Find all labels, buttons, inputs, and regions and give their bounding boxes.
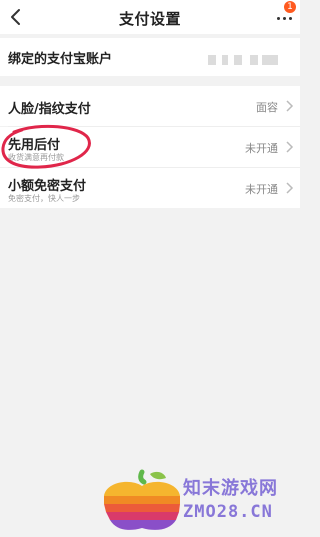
watermark-text-en: ZMO28.CN — [183, 502, 273, 522]
face-fingerprint-row[interactable]: 人脸/指纹支付 面容 — [0, 86, 300, 126]
bound-account-row[interactable]: 绑定的支付宝账户 — [0, 38, 300, 76]
small-password-free-label: 小额免密支付 — [8, 179, 87, 194]
more-dot-icon — [277, 17, 280, 20]
small-password-free-subtitle: 免密支付，快人一步 — [8, 194, 80, 203]
chevron-right-icon — [286, 141, 294, 153]
pay-later-row[interactable]: 先用后付 收货满意再付款 未开通 — [0, 127, 300, 167]
masked-account-value — [208, 55, 278, 65]
notification-badge: 1 — [284, 1, 296, 13]
chevron-right-icon — [286, 100, 294, 112]
face-fingerprint-value: 面容 — [256, 101, 278, 114]
navigation-bar: 支付设置 1 — [0, 0, 300, 34]
page-title: 支付设置 — [118, 10, 181, 28]
small-password-free-status: 未开通 — [245, 183, 278, 196]
pay-later-status: 未开通 — [245, 142, 278, 155]
more-dot-icon — [283, 17, 286, 20]
watermark-text-cn: 知末游戏网 — [183, 478, 278, 499]
chevron-right-icon — [286, 182, 294, 194]
small-password-free-row[interactable]: 小额免密支付 免密支付，快人一步 未开通 — [0, 168, 300, 208]
bound-account-label: 绑定的支付宝账户 — [8, 52, 113, 67]
face-fingerprint-label: 人脸/指纹支付 — [8, 102, 91, 117]
more-dot-icon — [289, 17, 292, 20]
pay-later-label: 先用后付 — [8, 138, 61, 153]
pay-later-subtitle: 收货满意再付款 — [8, 153, 64, 162]
